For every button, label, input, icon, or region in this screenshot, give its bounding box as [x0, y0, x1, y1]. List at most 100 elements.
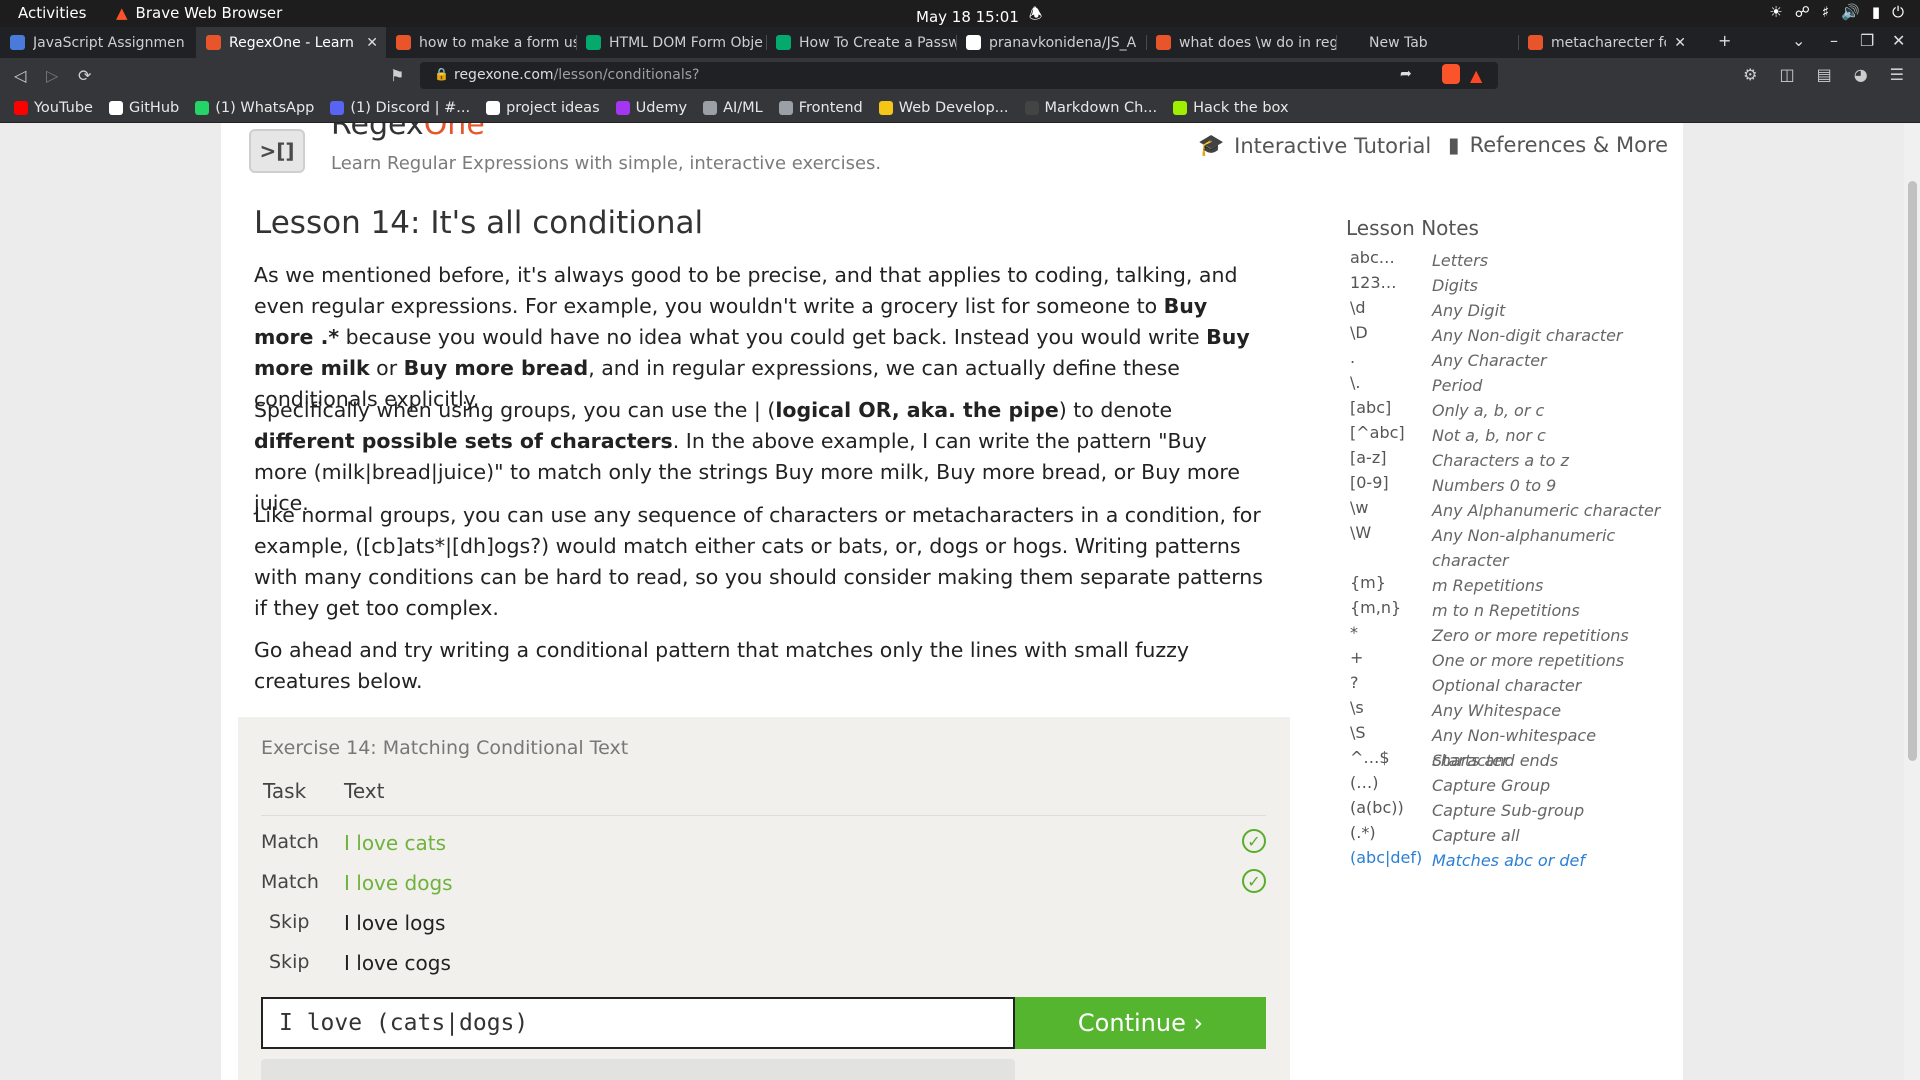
bookmark-item[interactable]: YouTube [14, 100, 93, 116]
clock[interactable]: May 18 15:01 🕭 [916, 4, 1042, 29]
note-value: One or more repetitions [1432, 651, 1625, 670]
bookmark-item[interactable]: Web Develop... [878, 100, 1009, 116]
tab-title: pranavkonidena/JS_A [989, 34, 1137, 51]
bookmark-label: YouTube [34, 99, 93, 116]
text-segment: because you would have no idea what you … [339, 325, 1207, 349]
bold-text: different possible sets of characters [254, 429, 673, 453]
bookmark-item[interactable]: Udemy [615, 100, 687, 116]
site-title[interactable]: RegexOne [331, 123, 485, 142]
volume-icon: 🔊 [1841, 3, 1860, 21]
regex-answer-input[interactable]: I love (cats|dogs) [261, 997, 1015, 1049]
sidebar-icon[interactable]: ◫ [1779, 65, 1794, 84]
browser-tab[interactable]: how to make a form us [386, 27, 576, 58]
bookmark-item[interactable]: (1) WhatsApp [195, 100, 314, 116]
row-task: Match [261, 831, 319, 853]
note-key: ^…$ [1350, 748, 1390, 767]
bookmark-item[interactable]: Hack the box [1173, 100, 1289, 116]
continue-button[interactable]: Continue › [1015, 997, 1266, 1049]
browser-tab[interactable]: what does \w do in reg [1146, 27, 1336, 58]
next-input-placeholder [261, 1059, 1015, 1080]
bookmark-item[interactable]: (1) Discord | #... [330, 100, 470, 116]
bookmark-favicon-icon [195, 100, 210, 115]
reload-icon[interactable]: ⟳ [78, 66, 91, 85]
bookmark-icon[interactable]: ⚑ [390, 66, 404, 85]
bookmark-favicon-icon [486, 100, 501, 115]
note-key: \D [1350, 323, 1368, 342]
note-value: Any Character [1432, 351, 1547, 370]
forward-icon[interactable]: ▷ [46, 66, 58, 85]
note-key: \W [1350, 523, 1372, 542]
bookmark-item[interactable]: project ideas [486, 100, 600, 116]
vpn-icon[interactable]: ◕ [1854, 65, 1868, 84]
app-menu[interactable]: ▲ Brave Web Browser [116, 4, 282, 22]
browser-tab[interactable]: metacharecter for r ✕ [1518, 27, 1694, 58]
bookmark-favicon-icon [330, 100, 345, 115]
note-item: [a-z] Characters a to z [1346, 446, 1676, 471]
lesson-paragraph-1: As we mentioned before, it's always good… [254, 260, 1264, 415]
note-key: (a(bc)) [1350, 798, 1404, 817]
note-value: Not a, b, nor c [1432, 426, 1546, 445]
menu-icon[interactable]: ☰ [1890, 65, 1904, 84]
lesson-notes-title: Lesson Notes [1346, 216, 1479, 240]
activities-button[interactable]: Activities [18, 4, 86, 22]
close-tab-icon[interactable]: ✕ [1674, 35, 1686, 51]
text-segment: Go ahead and try writing a conditional p… [254, 638, 1190, 693]
close-tab-icon[interactable]: ✕ [366, 35, 378, 51]
tab-favicon-icon [776, 35, 791, 50]
extensions-icon[interactable]: ⚙ [1743, 65, 1757, 84]
note-value: m to n Repetitions [1432, 601, 1580, 620]
maximize-icon[interactable]: ❐ [1860, 31, 1874, 50]
note-key: (.*) [1350, 823, 1376, 842]
bookmark-item[interactable]: Frontend [778, 100, 863, 116]
tab-favicon-icon [396, 35, 411, 50]
note-value: Digits [1432, 276, 1478, 295]
network-icon: ☍ [1794, 3, 1810, 21]
scrollbar-thumb[interactable] [1908, 181, 1917, 761]
browser-tab[interactable]: pranavkonidena/JS_A [956, 27, 1146, 58]
regexone-logo-icon[interactable]: >[] [249, 129, 305, 173]
system-tray[interactable]: ☀ ☍ ♯ 🔊 ▮ ⏻ [1769, 3, 1904, 21]
note-item: (.*) Capture all [1346, 821, 1676, 846]
share-icon[interactable]: ➦ [1400, 66, 1412, 82]
browser-tab[interactable]: JavaScript Assignmen [0, 27, 196, 58]
note-value: Capture Group [1432, 776, 1551, 795]
exercise-row: Match I love cats ✓ [261, 825, 1266, 865]
browser-tab[interactable]: How To Create a Passw [766, 27, 956, 58]
note-key: \w [1350, 498, 1369, 517]
note-item: {m} m Repetitions [1346, 571, 1676, 596]
tab-favicon-icon [10, 35, 25, 50]
back-icon[interactable]: ◁ [14, 66, 26, 85]
note-value: m Repetitions [1432, 576, 1544, 595]
navigation-bar: ◁ ▷ ⟳ ⚑ 🔒 regexone.com/lesson/conditiona… [0, 58, 1920, 93]
nav-interactive-tutorial[interactable]: 🎓 Interactive Tutorial [1198, 133, 1431, 158]
system-top-bar: Activities ▲ Brave Web Browser May 18 15… [0, 0, 1920, 27]
nav-references[interactable]: ▮ References & More [1448, 133, 1668, 157]
bookmark-item[interactable]: Markdown Ch... [1024, 100, 1157, 116]
browser-tab[interactable]: HTML DOM Form Obje [576, 27, 766, 58]
tab-separator [1336, 35, 1337, 50]
tab-search-icon[interactable]: ⌄ [1792, 31, 1805, 50]
note-item: ^…$ Starts and ends [1346, 746, 1676, 771]
wallet-icon[interactable]: ▤ [1817, 65, 1832, 84]
note-item: \d Any Digit [1346, 296, 1676, 321]
check-circle-icon: ✓ [1242, 829, 1266, 853]
browser-tab[interactable]: New Tab [1336, 27, 1518, 58]
address-bar[interactable]: 🔒 regexone.com/lesson/conditionals? ➦ ▲ [420, 62, 1498, 89]
note-value: Matches abc or def [1432, 851, 1586, 870]
close-window-icon[interactable]: ✕ [1892, 31, 1905, 50]
bookmark-item[interactable]: GitHub [108, 100, 179, 116]
page-scrollbar[interactable] [1904, 123, 1920, 1080]
note-key: [^abc] [1350, 423, 1405, 442]
brave-shields-icon[interactable] [1442, 64, 1460, 84]
browser-tab[interactable]: RegexOne - Learn R ✕ [196, 27, 386, 58]
bookmark-favicon-icon [778, 100, 793, 115]
new-tab-icon[interactable]: + [1718, 31, 1731, 50]
note-item: \. Period [1346, 371, 1676, 396]
page-content: >[] RegexOne Learn Regular Expressions w… [221, 123, 1683, 1080]
bookmark-item[interactable]: AI/ML [703, 100, 763, 116]
minimize-icon[interactable]: – [1830, 31, 1838, 50]
column-header-task: Task [263, 779, 307, 803]
brave-rewards-icon[interactable]: ▲ [1470, 66, 1482, 85]
note-key: \d [1350, 298, 1366, 317]
tab-favicon-icon [1346, 35, 1361, 50]
